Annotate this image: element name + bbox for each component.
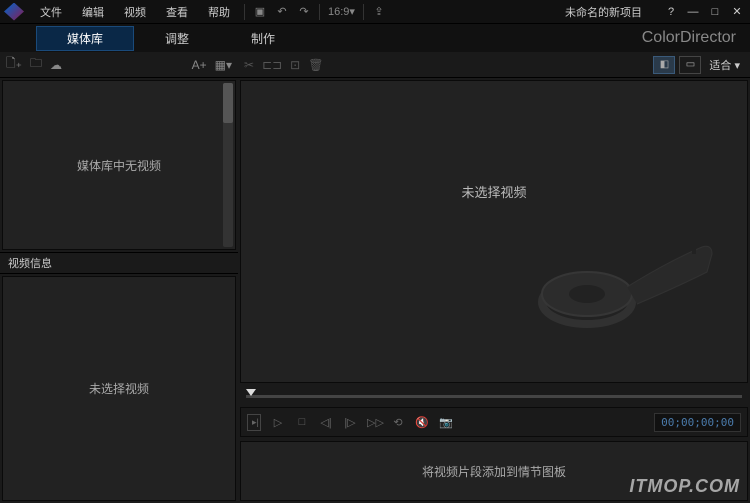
project-title: 未命名的新项目 — [565, 4, 642, 20]
minimize-button[interactable]: — — [684, 4, 702, 20]
add-folder-icon[interactable]: 🗀 — [30, 54, 42, 75]
help-button[interactable]: ? — [662, 4, 680, 20]
cut-icon[interactable]: ✂ — [244, 58, 254, 72]
snapshot-button[interactable]: 📷 — [439, 416, 453, 429]
storyboard-hint-text: 将视频片段添加到情节图板 — [422, 463, 566, 480]
tab-produce[interactable]: 制作 — [220, 26, 306, 51]
zoom-fit-dropdown[interactable]: 适合 ▾ — [705, 57, 744, 73]
transport-bar: ▸| ▷ □ ◁| |▷ ▷▷ ⟲ 🔇 📷 00;00;00;00 — [240, 407, 748, 437]
tab-adjust[interactable]: 调整 — [134, 26, 220, 51]
close-button[interactable]: ✕ — [728, 4, 746, 20]
compare-view-icon[interactable]: ◧ — [653, 56, 675, 74]
single-view-icon[interactable]: ▭ — [679, 56, 701, 74]
prev-frame-button[interactable]: ◁| — [319, 416, 333, 429]
stop-full-button[interactable]: ▸| — [247, 414, 261, 431]
menu-video[interactable]: 视频 — [114, 4, 156, 20]
view-grid-icon[interactable]: ▦▾ — [215, 58, 232, 72]
film-reel-icon — [517, 212, 717, 352]
maximize-button[interactable]: □ — [706, 4, 724, 20]
left-pane: 🗋₊ 🗀 ☁ A+ ▦▾ 媒体库中无视频 视频信息 未选择视频 — [0, 52, 238, 503]
fast-forward-button[interactable]: ▷▷ — [367, 416, 381, 429]
sort-button[interactable]: A+ — [192, 58, 207, 72]
divider — [363, 4, 364, 20]
video-info-panel: 未选择视频 — [2, 276, 236, 501]
preview-empty-text: 未选择视频 — [461, 182, 526, 201]
menu-view[interactable]: 查看 — [156, 4, 198, 20]
preview-toolbar: ✂ ⊏⊐ ⊡ 🗑 ◧ ▭ 适合 ▾ — [238, 52, 750, 78]
crop-icon[interactable]: ⊡ — [290, 58, 300, 72]
undo-icon[interactable]: ↶ — [273, 3, 291, 21]
video-info-empty-text: 未选择视频 — [89, 380, 149, 397]
next-frame-button[interactable]: |▷ — [343, 416, 357, 429]
menu-edit[interactable]: 编辑 — [72, 4, 114, 20]
divider — [244, 4, 245, 20]
menu-help[interactable]: 帮助 — [198, 4, 240, 20]
save-icon[interactable]: ▣ — [251, 3, 269, 21]
add-file-icon[interactable]: 🗋₊ — [6, 54, 22, 75]
preview-panel: 未选择视频 — [240, 80, 748, 383]
loop-button[interactable]: ⟲ — [391, 416, 405, 429]
trim-icon[interactable]: ⊏⊐ — [262, 58, 282, 72]
timecode-display[interactable]: 00;00;00;00 — [654, 413, 741, 432]
menu-file[interactable]: 文件 — [30, 4, 72, 20]
library-panel: 媒体库中无视频 — [2, 80, 236, 250]
tab-library[interactable]: 媒体库 — [36, 26, 134, 51]
cloud-icon[interactable]: ☁ — [50, 58, 62, 72]
aspect-ratio-dropdown[interactable]: 16:9 ▾ — [326, 3, 357, 21]
main-tabs: 媒体库 调整 制作 ColorDirector — [0, 24, 750, 52]
library-empty-text: 媒体库中无视频 — [77, 157, 161, 174]
playhead-icon[interactable] — [246, 389, 256, 396]
video-info-header: 视频信息 — [0, 252, 238, 274]
play-button[interactable]: ▷ — [271, 416, 285, 429]
app-logo-icon — [4, 3, 24, 21]
redo-icon[interactable]: ↷ — [295, 3, 313, 21]
library-toolbar: 🗋₊ 🗀 ☁ A+ ▦▾ — [0, 52, 238, 78]
divider — [319, 4, 320, 20]
library-scrollbar[interactable] — [223, 83, 233, 247]
watermark: ITMOP.COM — [629, 476, 740, 497]
stop-button[interactable]: □ — [295, 416, 309, 428]
volume-button[interactable]: 🔇 — [415, 416, 429, 429]
scrub-bar[interactable] — [238, 385, 750, 405]
right-pane: ✂ ⊏⊐ ⊡ 🗑 ◧ ▭ 适合 ▾ 未选择视频 ▸| — [238, 52, 750, 503]
brand-label: ColorDirector — [642, 29, 736, 47]
titlebar: 文件 编辑 视频 查看 帮助 ▣ ↶ ↷ 16:9 ▾ ⇪ 未命名的新项目 ? … — [0, 0, 750, 24]
delete-icon[interactable]: 🗑 — [308, 58, 323, 72]
upload-icon[interactable]: ⇪ — [370, 3, 388, 21]
